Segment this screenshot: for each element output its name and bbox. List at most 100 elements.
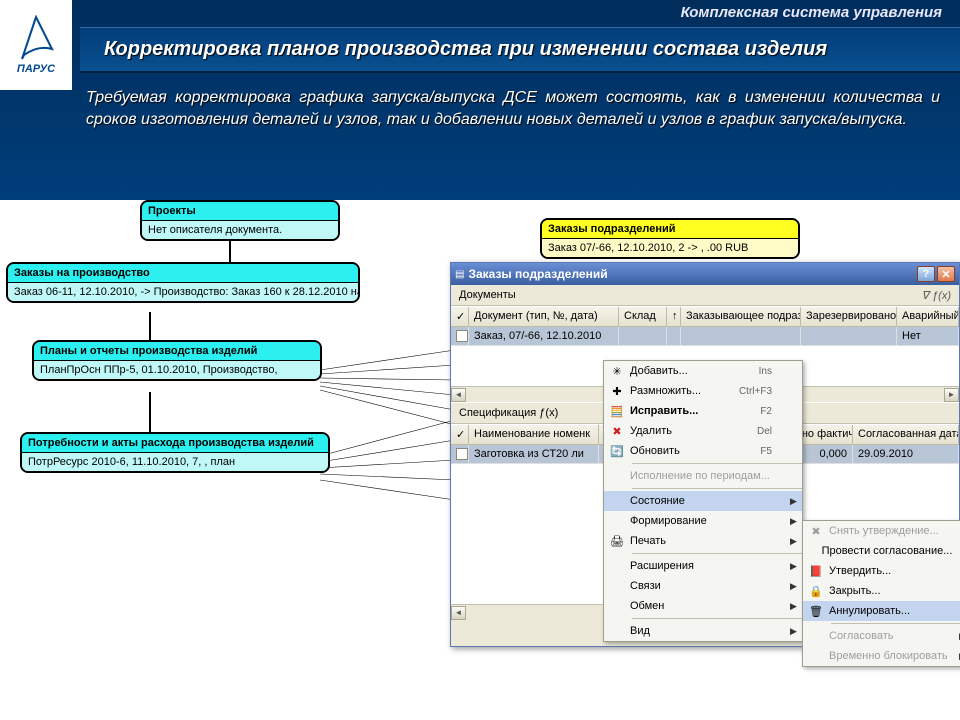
- help-button[interactable]: ?: [917, 266, 935, 282]
- scroll-left-icon[interactable]: ◄: [451, 606, 466, 620]
- col-date[interactable]: Согласованная дата и: [853, 425, 959, 445]
- menu-item-icon: ✳: [604, 365, 630, 378]
- logo-text: ПАРУС: [17, 63, 55, 75]
- node-body: Нет описателя документа.: [142, 221, 338, 239]
- scroll-left-icon[interactable]: ◄: [451, 388, 466, 402]
- submenu-item[interactable]: 🗑Аннулировать...: [803, 601, 960, 621]
- node-body: Заказ 06-11, 12.10.2010, -> Производство…: [8, 283, 358, 301]
- node-plans: Планы и отчеты производства изделий План…: [32, 340, 322, 381]
- title-bar: Корректировка планов производства при из…: [80, 27, 960, 73]
- context-menu-item[interactable]: ✳Добавить...Ins: [604, 361, 802, 381]
- menu-separator: [632, 618, 802, 619]
- menu-item-label: Формирование: [630, 515, 790, 527]
- menu-item-icon: 🖨: [604, 535, 630, 548]
- submenu-arrow-icon: ▶: [790, 581, 802, 592]
- submenu-arrow-icon: ▶: [790, 626, 802, 637]
- menu-item-label: Печать: [630, 535, 790, 547]
- context-menu-item[interactable]: Состояние▶: [604, 491, 802, 511]
- menu-separator: [632, 488, 802, 489]
- submenu-item: Согласовать▶: [803, 626, 960, 646]
- menu-item-label: Аннулировать...: [829, 605, 959, 617]
- context-submenu[interactable]: ✖Снять утверждение...Провести согласован…: [802, 520, 960, 667]
- menu-item-label: Временно блокировать: [829, 650, 959, 662]
- cell-emerg: Нет: [897, 327, 959, 346]
- close-button[interactable]: ✕: [937, 266, 955, 282]
- menu-item-label: Закрыть...: [829, 585, 959, 597]
- submenu-item[interactable]: Провести согласование...: [803, 541, 960, 561]
- page-title: Корректировка планов производства при из…: [104, 38, 936, 61]
- cell-nomen: Заготовка из СТ20 ли: [469, 445, 599, 464]
- fx-button[interactable]: ∇ ƒ(x): [922, 289, 951, 302]
- menu-item-icon: 🧮: [604, 405, 630, 418]
- node-projects: Проекты Нет описателя документа.: [140, 200, 340, 241]
- submenu-item[interactable]: 🔒Закрыть...: [803, 581, 960, 601]
- context-menu-item[interactable]: 🧮Исправить...F2: [604, 401, 802, 421]
- submenu-item[interactable]: 📕Утвердить...: [803, 561, 960, 581]
- col-doc[interactable]: Документ (тип, №, дата): [469, 307, 619, 327]
- context-menu-item[interactable]: ✚Размножить...Ctrl+F3: [604, 381, 802, 401]
- system-name: Комплексная система управления: [0, 0, 960, 21]
- col-requester[interactable]: Заказывающее подразд: [681, 307, 801, 327]
- documents-grid-header: ✓ Документ (тип, №, дата) Склад ↑ Заказы…: [451, 306, 959, 327]
- menu-item-label: Связи: [630, 580, 790, 592]
- menu-item-icon: 🗑: [803, 605, 829, 618]
- menu-item-label: Удалить: [630, 425, 757, 437]
- context-menu-item[interactable]: Обмен▶: [604, 596, 802, 616]
- node-title: Потребности и акты расхода производства …: [22, 434, 328, 453]
- row-checkbox[interactable]: [456, 448, 468, 460]
- submenu-item: Временно блокировать▶: [803, 646, 960, 666]
- menu-item-shortcut: F5: [760, 446, 790, 457]
- col-check[interactable]: ✓: [451, 425, 469, 445]
- menu-item-icon: 🔒: [803, 585, 829, 598]
- node-title: Заказы подразделений: [542, 220, 798, 239]
- node-title: Планы и отчеты производства изделий: [34, 342, 320, 361]
- node-body: Заказ 07/-66, 12.10.2010, 2 -> , .00 RUB: [542, 239, 798, 257]
- submenu-arrow-icon: ▶: [790, 536, 802, 547]
- cell-doc: Заказ, 07/-66, 12.10.2010: [469, 327, 619, 346]
- context-menu-item[interactable]: ✖УдалитьDel: [604, 421, 802, 441]
- menu-item-label: Размножить...: [630, 385, 739, 397]
- presentation-header: ПАРУС Комплексная система управления Кор…: [0, 0, 960, 200]
- submenu-arrow-icon: ▶: [790, 516, 802, 527]
- row-checkbox[interactable]: [456, 330, 468, 342]
- context-menu-item: Исполнение по периодам...: [604, 466, 802, 486]
- context-menu-item[interactable]: Вид▶: [604, 621, 802, 641]
- node-body: ПланПрОсн ППр-5, 01.10.2010, Производств…: [34, 361, 320, 379]
- menu-item-label: Утвердить...: [829, 565, 959, 577]
- cell-date: 29.09.2010: [853, 445, 959, 464]
- context-menu-item[interactable]: Связи▶: [604, 576, 802, 596]
- menu-item-icon: 📕: [803, 565, 829, 578]
- col-sklad[interactable]: Склад: [619, 307, 667, 327]
- fx-button-spec[interactable]: ƒ(x): [539, 407, 558, 419]
- spec-label: Спецификация: [459, 407, 536, 419]
- context-menu-item[interactable]: 🖨Печать▶: [604, 531, 802, 551]
- context-menu-item[interactable]: 🔄ОбновитьF5: [604, 441, 802, 461]
- window-titlebar[interactable]: ▤ Заказы подразделений ? ✕: [451, 263, 959, 285]
- col-nomen[interactable]: Наименование номенк: [469, 425, 599, 445]
- table-row[interactable]: Заказ, 07/-66, 12.10.2010 Нет: [451, 327, 959, 346]
- menu-item-shortcut: F2: [760, 406, 790, 417]
- col-reserved[interactable]: Зарезервировано до: [801, 307, 897, 327]
- parus-sail-icon: [16, 15, 56, 63]
- menu-item-label: Согласовать: [829, 630, 959, 642]
- window-icon: ▤: [455, 269, 464, 280]
- submenu-arrow-icon: ▶: [790, 601, 802, 612]
- menu-separator: [831, 623, 960, 624]
- scroll-right-icon[interactable]: ►: [944, 388, 959, 402]
- node-title: Проекты: [142, 202, 338, 221]
- col-emergency[interactable]: Аварийный заказ: [897, 307, 959, 327]
- menu-item-label: Вид: [630, 625, 790, 637]
- col-sort[interactable]: ↑: [667, 307, 681, 327]
- menu-item-label: Расширения: [630, 560, 790, 572]
- submenu-item: ✖Снять утверждение...: [803, 521, 960, 541]
- menu-item-label: Исправить...: [630, 405, 760, 417]
- context-menu[interactable]: ✳Добавить...Ins✚Размножить...Ctrl+F3🧮Исп…: [603, 360, 803, 642]
- menu-item-label: Исполнение по периодам...: [630, 470, 790, 482]
- menu-item-icon: ✚: [604, 385, 630, 398]
- col-check[interactable]: ✓: [451, 307, 469, 327]
- menu-item-label: Состояние: [630, 495, 790, 507]
- documents-section-header: Документы ∇ ƒ(x): [451, 285, 959, 306]
- context-menu-item[interactable]: Формирование▶: [604, 511, 802, 531]
- menu-separator: [632, 553, 802, 554]
- context-menu-item[interactable]: Расширения▶: [604, 556, 802, 576]
